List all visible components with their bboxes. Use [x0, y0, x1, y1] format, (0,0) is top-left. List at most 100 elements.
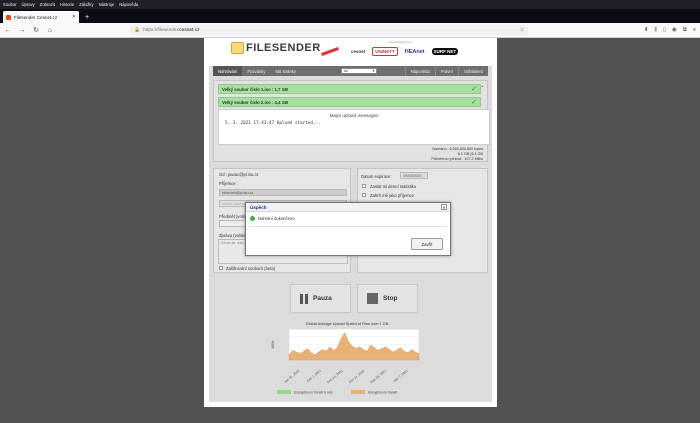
- url-bar[interactable]: 🔒 https://filesender. cesnet.cz ☆: [130, 25, 528, 35]
- nav-help[interactable]: Nápověda: [404, 66, 435, 76]
- menu-view[interactable]: Zobrazit: [40, 2, 55, 7]
- legend-label: Encryption in transit: [368, 391, 397, 395]
- partner-uninett: UNINETT: [372, 47, 398, 56]
- x-tick-label: Feb 21, 2021: [348, 369, 366, 385]
- close-tab-icon[interactable]: ✕: [72, 14, 76, 20]
- menu-edit[interactable]: Úpravy: [22, 2, 35, 7]
- copy-me-checkbox[interactable]: [362, 193, 366, 197]
- logo-swoosh: [320, 46, 339, 56]
- logo-text: FILESENDER: [246, 42, 321, 54]
- chart-svg: Global Average Upload Speed of Files ove…: [271, 322, 420, 395]
- account-icon[interactable]: ◉: [672, 27, 677, 34]
- from-label: Od : pavac@pl.isu.cz: [219, 172, 259, 177]
- language-value: cz: [343, 69, 348, 73]
- copy-me-label: Zahrň mě jako příjemce: [370, 193, 414, 198]
- checkmark-icon: ✓: [471, 99, 477, 106]
- forward-icon[interactable]: →: [18, 27, 26, 34]
- upload-speed-chart: Global Average Upload Speed of Files ove…: [267, 320, 427, 398]
- nav-my-pages[interactable]: Má stránky: [270, 66, 300, 76]
- url-prefix: https://filesender.: [142, 27, 180, 33]
- stop-icon: [367, 293, 378, 304]
- pause-icon: [300, 293, 308, 304]
- upload-message: 5. 3. 2021 17:43:47 Upload started...: [225, 121, 321, 126]
- menu-history[interactable]: Historie: [60, 2, 74, 7]
- bookmark-star-icon[interactable]: ☆: [520, 28, 524, 33]
- partner-heanet: HEAnet: [404, 48, 425, 55]
- home-icon[interactable]: ⌂: [46, 27, 54, 34]
- file-row: Velký soubor číslo 1.iso : 1,7 GB ✓: [218, 84, 481, 94]
- close-icon[interactable]: ✕: [441, 204, 447, 210]
- menu-bookmarks[interactable]: Záložky: [79, 2, 93, 7]
- menu-tools[interactable]: Nástroje: [99, 2, 115, 7]
- close-button[interactable]: Zavřít: [411, 238, 443, 250]
- downloads-icon[interactable]: ⬇: [644, 27, 649, 34]
- back-icon[interactable]: ←: [4, 27, 12, 34]
- checkmark-icon: ✓: [471, 86, 477, 93]
- legend-label: Encryption in transit & rest: [294, 391, 333, 395]
- lock-icon: 🔒: [134, 27, 140, 33]
- pause-label: Pauza: [313, 295, 332, 302]
- average-speed: Průměrná rychlost : 107.2 MB/s: [431, 156, 483, 161]
- legend-swatch: [277, 390, 291, 394]
- stop-label: Stop: [383, 295, 398, 302]
- filesender-logo-icon: [231, 42, 244, 54]
- nav-legal[interactable]: Právní: [434, 66, 458, 76]
- upload-messages-box: Major upload messages 5. 3. 2021 17:43:4…: [218, 109, 490, 145]
- upload-stats: Nahráno : 6,005,804,800 bytes 6.1 GB (6.…: [431, 147, 483, 161]
- nav-invitations[interactable]: Pozvánky: [242, 66, 270, 76]
- url-host: cesnet.cz: [179, 27, 200, 33]
- reload-icon[interactable]: ↻: [32, 26, 40, 34]
- success-icon: [250, 216, 255, 221]
- x-tick-label: Jan 31, 2021: [283, 369, 300, 384]
- file-name: Velký soubor číslo 2.iso : 4,4 GB: [222, 99, 289, 105]
- chevron-down-icon: ▼: [371, 69, 375, 73]
- new-tab-icon[interactable]: +: [85, 14, 89, 21]
- success-dialog: Úspěch ✕ Nahrání dokončeno Zavřít: [245, 202, 451, 256]
- site-header: FILESENDER cesnet UNINETT HEAnet SURF NE…: [209, 38, 492, 66]
- browser-menubar: Soubor Úpravy Zobrazit Historie Záložky …: [0, 0, 700, 9]
- upload-panel: Velký soubor číslo 1.iso : 1,7 GB ✓ Velk…: [213, 80, 490, 162]
- page-viewport: FILESENDER cesnet UNINETT HEAnet SURF NE…: [0, 38, 700, 423]
- language-select[interactable]: cz ▼: [340, 68, 377, 74]
- partners-caption: are brought to by: [389, 40, 412, 44]
- pause-button[interactable]: Pauza: [290, 284, 351, 313]
- dialog-divider: [249, 226, 447, 227]
- extensions-icon[interactable]: ⧉: [683, 27, 687, 34]
- legend-swatch: [351, 390, 365, 394]
- navigation-bar: ← → ↻ ⌂ 🔒 https://filesender. cesnet.cz ☆…: [0, 23, 700, 38]
- browser-tab[interactable]: Filesender Cesnet.cz ✕: [3, 11, 79, 23]
- app-menu-icon[interactable]: ≡: [693, 27, 696, 34]
- filesender-logo[interactable]: FILESENDER: [231, 42, 339, 56]
- chart-title: Global Average Upload Speed of Files ove…: [306, 322, 389, 326]
- dialog-body: Nahrání dokončeno: [246, 212, 450, 225]
- stop-button[interactable]: Stop: [357, 284, 418, 313]
- x-tick-label: Mar 7, 2021: [393, 369, 409, 383]
- tab-title: Filesender Cesnet.cz: [14, 14, 58, 20]
- x-tick-label: Feb 28, 2021: [370, 369, 388, 385]
- encrypt-checkbox[interactable]: [219, 266, 223, 270]
- partner-surfnet: SURF NET: [431, 48, 459, 55]
- nav-upload[interactable]: Nahrávání: [213, 66, 243, 76]
- partner-logos: cesnet UNINETT HEAnet SURF NET: [349, 47, 459, 56]
- menu-file[interactable]: Soubor: [3, 2, 17, 7]
- recipients-label: Příjemce :: [219, 181, 238, 186]
- dialog-header: Úspěch ✕: [246, 203, 450, 212]
- messages-title: Major upload messages: [329, 113, 379, 118]
- tab-bar: Filesender Cesnet.cz ✕ +: [0, 9, 700, 23]
- expiry-date-input[interactable]: 19/03/2021: [400, 172, 428, 179]
- dialog-title: Úspěch: [250, 204, 267, 210]
- x-tick-label: Feb 7, 2021: [306, 369, 322, 383]
- daily-stats-checkbox[interactable]: [362, 184, 366, 188]
- filesender-favicon-icon: [6, 14, 11, 20]
- y-axis-label: MB/s: [271, 340, 275, 348]
- sidebar-icon[interactable]: ▯: [663, 27, 666, 34]
- recipient-chip[interactable]: mtoman@pl.isu.cz: [219, 189, 347, 196]
- library-icon[interactable]: ⫼: [654, 27, 657, 34]
- x-tick-label: Feb 14, 2021: [326, 369, 344, 385]
- daily-stats-label: Zaslat mi denní statistiku: [370, 184, 417, 189]
- main-menu: Nahrávání Pozvánky Má stránky cz ▼ Nápov…: [213, 66, 488, 76]
- expiry-label: Datum expirace:: [361, 174, 392, 179]
- menu-help[interactable]: Nápověda: [119, 2, 138, 7]
- nav-logout[interactable]: Odhlášení: [457, 66, 488, 76]
- file-row: Velký soubor číslo 2.iso : 4,4 GB ✓: [218, 97, 481, 107]
